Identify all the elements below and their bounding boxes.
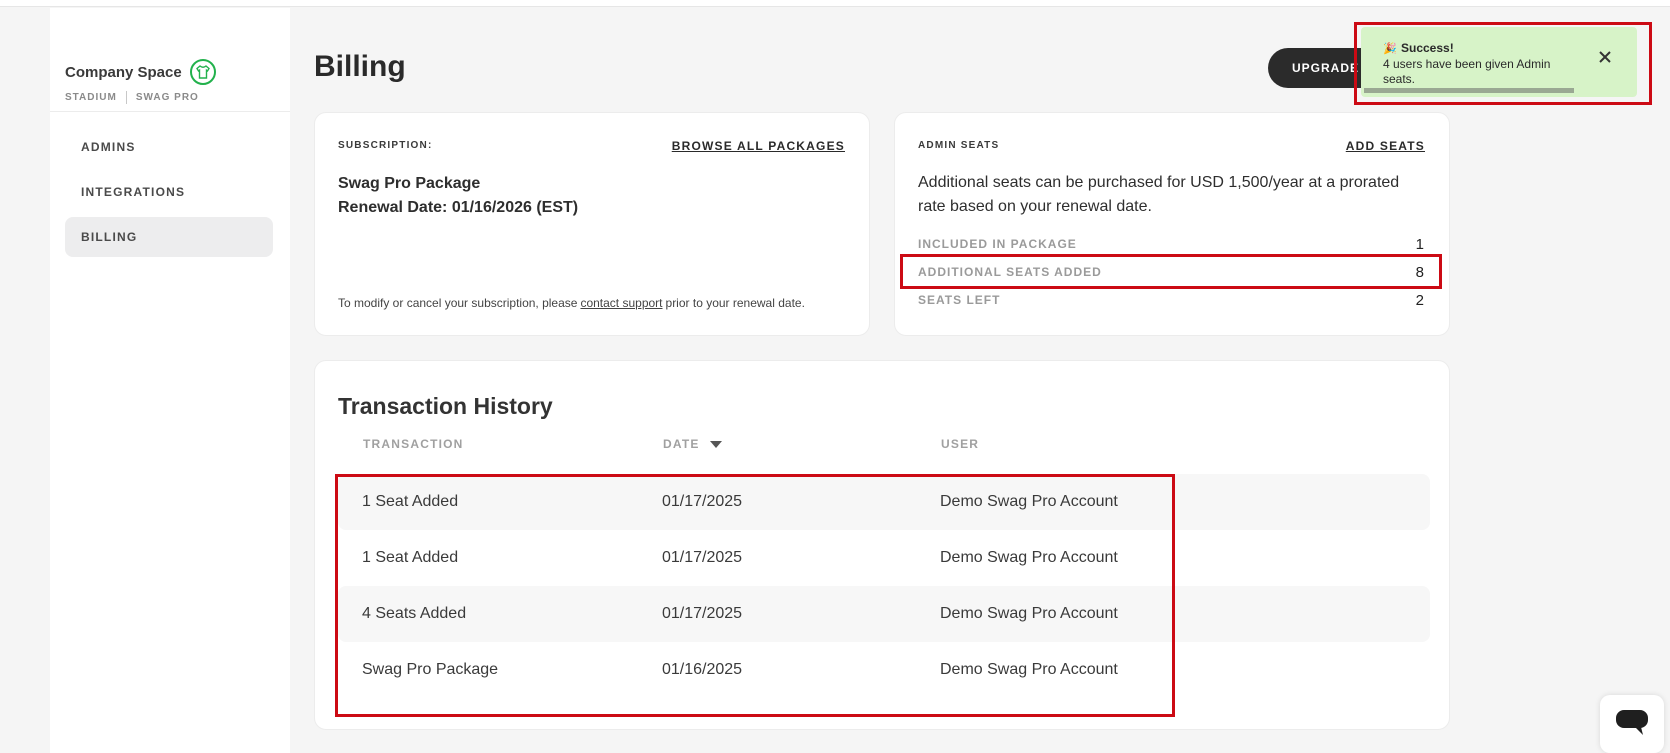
contact-support-link[interactable]: contact support [580, 296, 662, 310]
subscription-label: SUBSCRIPTION: [338, 140, 433, 151]
sidebar-divider [50, 111, 290, 112]
table-row: 1 Seat Added 01/17/2025 Demo Swag Pro Ac… [338, 474, 1430, 530]
sidebar-item-integrations[interactable]: INTEGRATIONS [65, 172, 273, 212]
transaction-history-title: Transaction History [338, 393, 553, 419]
seat-row-value: 8 [1415, 263, 1424, 281]
toast-progress-bar [1364, 88, 1574, 93]
user-cell: Demo Swag Pro Account [940, 605, 1118, 622]
column-header-transaction: TRANSACTION [363, 437, 464, 451]
column-header-user: USER [941, 437, 980, 451]
transaction-cell: Swag Pro Package [362, 661, 499, 678]
party-popper-icon: 🎉 [1383, 43, 1397, 55]
transaction-cell: 1 Seat Added [362, 493, 459, 510]
close-icon[interactable] [1597, 49, 1613, 65]
seat-row-value: 2 [1415, 291, 1424, 309]
sidebar-item-admins[interactable]: ADMINS [65, 127, 273, 167]
subscription-card: SUBSCRIPTION: BROWSE ALL PACKAGES Swag P… [314, 112, 870, 336]
seat-row-included: INCLUDED IN PACKAGE 1 [918, 232, 1424, 256]
company-name: Company Space [65, 63, 182, 81]
toast-title: Success! [1401, 41, 1454, 55]
transaction-cell: 4 Seats Added [362, 605, 467, 622]
toast-message: 4 users have been given Admin seats. [1383, 57, 1551, 86]
date-cell: 01/17/2025 [662, 605, 743, 622]
top-bar [0, 0, 1670, 7]
transaction-history-card: Transaction History TRANSACTION DATE USE… [314, 360, 1450, 730]
sidebar: Company Space STADIUM SWAG PRO ADMINS IN… [50, 8, 290, 753]
seat-row-value: 1 [1415, 235, 1424, 253]
transaction-cell: 1 Seat Added [362, 549, 459, 566]
seat-row-left: SEATS LEFT 2 [918, 288, 1424, 312]
seat-row-label: INCLUDED IN PACKAGE [918, 237, 1077, 251]
success-toast: 🎉 Success! 4 users have been given Admin… [1361, 27, 1637, 97]
table-row: Swag Pro Package 01/16/2025 Demo Swag Pr… [338, 642, 1430, 698]
browse-packages-link[interactable]: BROWSE ALL PACKAGES [672, 139, 845, 153]
company-meta: STADIUM SWAG PRO [65, 91, 199, 104]
company-plan-tier: SWAG PRO [135, 92, 199, 103]
seats-description: Additional seats can be purchased for US… [918, 174, 1400, 215]
footnote-text-after: prior to your renewal date. [665, 296, 805, 310]
column-header-date-label: DATE [663, 437, 700, 451]
page-title: Billing [314, 50, 406, 83]
user-cell: Demo Swag Pro Account [940, 549, 1118, 566]
renewal-date: Renewal Date: 01/16/2026 (EST) [338, 199, 579, 216]
company-plan-venue: STADIUM [65, 92, 117, 103]
subscription-footnote: To modify or cancel your subscription, p… [338, 296, 805, 310]
date-cell: 01/17/2025 [662, 493, 743, 510]
add-seats-link[interactable]: ADD SEATS [1346, 139, 1425, 153]
shirt-logo-icon [189, 59, 216, 85]
seat-row-label: SEATS LEFT [918, 293, 1001, 307]
caret-down-icon[interactable] [709, 440, 722, 448]
seat-row-label: ADDITIONAL SEATS ADDED [918, 265, 1102, 279]
chat-icon [1615, 707, 1649, 742]
admin-seats-label: ADMIN SEATS [918, 140, 1000, 151]
footnote-text-before: To modify or cancel your subscription, p… [338, 296, 578, 310]
date-cell: 01/16/2025 [662, 661, 743, 678]
package-name: Swag Pro Package [338, 175, 481, 192]
seat-row-additional: ADDITIONAL SEATS ADDED 8 [918, 260, 1424, 284]
sidebar-item-billing[interactable]: BILLING [65, 217, 273, 257]
user-cell: Demo Swag Pro Account [940, 661, 1118, 678]
meta-divider [125, 91, 127, 104]
chat-button[interactable] [1600, 695, 1664, 753]
table-row: 1 Seat Added 01/17/2025 Demo Swag Pro Ac… [338, 530, 1430, 586]
column-header-date[interactable]: DATE [663, 437, 722, 451]
table-row: 4 Seats Added 01/17/2025 Demo Swag Pro A… [338, 586, 1430, 642]
date-cell: 01/17/2025 [662, 549, 743, 566]
admin-seats-card: ADMIN SEATS ADD SEATS Additional seats c… [894, 112, 1450, 336]
user-cell: Demo Swag Pro Account [940, 493, 1118, 510]
company-header: Company Space [65, 59, 216, 85]
